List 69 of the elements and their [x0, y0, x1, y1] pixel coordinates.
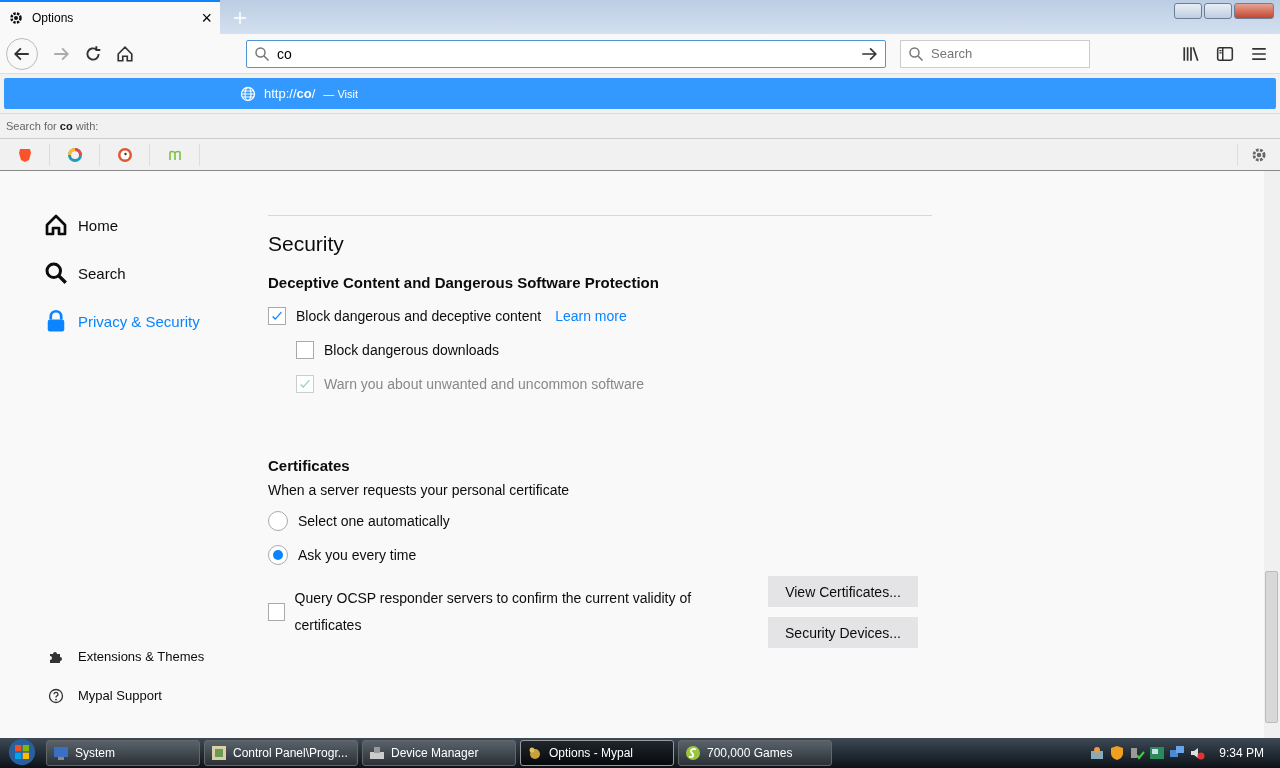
radio-button[interactable] [268, 511, 288, 531]
duck-icon [116, 146, 133, 163]
home-icon [116, 44, 134, 63]
checkbox-label: Query OCSP responder servers to confirm the current validity of certificates [294, 589, 693, 635]
search-icon [908, 45, 924, 62]
checkbox[interactable] [296, 341, 314, 359]
address-bar[interactable]: co [246, 39, 886, 68]
browser-tab[interactable]: Options × [0, 0, 220, 34]
learn-more-link[interactable]: Learn more [555, 308, 627, 324]
restore-button[interactable] [1204, 3, 1232, 19]
app-icon [53, 745, 69, 761]
tray-icon [1129, 745, 1146, 761]
app-icon [369, 745, 385, 761]
search-with-label: Search for co with: [0, 113, 1280, 139]
radio-button[interactable] [268, 545, 288, 565]
ring-icon [66, 146, 83, 163]
lion-shield-icon [16, 146, 33, 163]
taskbar-button[interactable]: Control Panel\Progr... [204, 740, 358, 766]
suggestion-action: — Visit [323, 87, 358, 100]
dialog-button[interactable]: View Certificates... [768, 576, 918, 607]
minimize-button[interactable] [1174, 3, 1202, 19]
suggestion-url: http://co/ [264, 86, 316, 101]
description: When a server requests your personal certificate [268, 482, 571, 498]
taskbar-button[interactable]: Options - Mypal [520, 740, 674, 766]
close-tab-button[interactable]: × [201, 7, 212, 29]
checkbox-label: Warn you about unwanted and uncommon software [324, 376, 645, 392]
globe-icon [240, 85, 256, 102]
search-icon [44, 261, 68, 285]
taskbar-button[interactable]: System [46, 740, 200, 766]
sidebar-item[interactable]: Privacy & Security [44, 297, 268, 345]
search-field[interactable]: Search [900, 39, 1090, 68]
taskbar-button[interactable]: Device Manager [362, 740, 516, 766]
clock: 9:34 PM [1219, 746, 1264, 760]
sidebar-link[interactable]: Extensions & Themes [48, 644, 268, 669]
close-window-button[interactable] [1234, 3, 1274, 19]
help-icon [48, 687, 64, 704]
checkbox[interactable] [268, 603, 285, 621]
start-button-icon [8, 737, 36, 766]
sidebar-icon [1216, 44, 1234, 63]
plus-icon [232, 10, 248, 26]
checkbox-label: Block dangerous downloads [324, 342, 500, 358]
app-icon [211, 745, 227, 761]
tray-icon [1149, 745, 1166, 761]
reload-icon [84, 44, 102, 63]
library-icon [1182, 44, 1200, 63]
check-icon [298, 377, 312, 391]
radio-label: Ask you every time [298, 547, 417, 563]
checkbox[interactable] [268, 307, 286, 325]
radio-label: Select one automatically [298, 513, 450, 529]
scrollbar[interactable] [1264, 171, 1280, 738]
sidebar-item[interactable]: Search [44, 249, 268, 297]
muted-speaker-icon [1189, 745, 1206, 761]
gear-icon [8, 10, 24, 26]
app-icon [685, 745, 701, 761]
check-icon [270, 309, 284, 323]
app-icon [527, 745, 543, 761]
search-icon [254, 45, 270, 62]
section-title: Security [268, 232, 345, 256]
tray-icon [1089, 745, 1106, 761]
tab-title: Options [32, 11, 75, 25]
shield-icon [1109, 745, 1126, 761]
dialog-button[interactable]: Security Devices... [768, 617, 918, 648]
checkbox-label: Block dangerous and deceptive content [296, 308, 542, 324]
sidebar-item[interactable]: Home [44, 201, 268, 249]
taskbar-button[interactable]: 700,000 Games [678, 740, 832, 766]
group-heading: Certificates [268, 457, 351, 474]
group-heading: Deceptive Content and Dangerous Software Protection [268, 274, 660, 291]
sidebar-link[interactable]: Mypal Support [48, 683, 268, 708]
home-icon [44, 213, 68, 237]
